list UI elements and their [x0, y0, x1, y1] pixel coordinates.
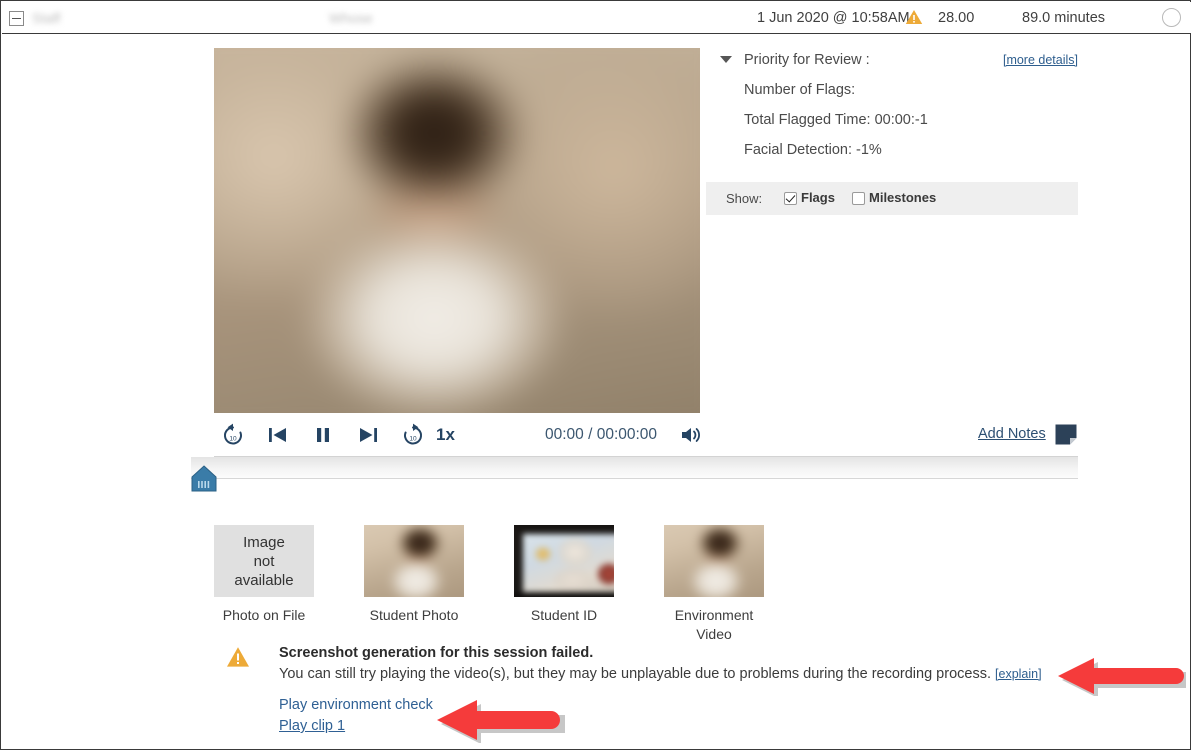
play-clip-1-link[interactable]: Play clip 1 — [279, 716, 433, 737]
explain-link[interactable]: [explain] — [995, 667, 1042, 681]
milestones-checkbox-label[interactable]: Milestones — [869, 190, 936, 205]
warning-triangle-icon — [226, 646, 250, 668]
thumbnail-label-photo-on-file: Photo on File — [222, 607, 306, 623]
flags-checkbox-label[interactable]: Flags — [801, 190, 835, 205]
thumbnail-label-environment-video: Environment Video — [674, 607, 754, 642]
volume-icon[interactable] — [680, 424, 702, 446]
thumbnail-student-photo[interactable]: Student Photo — [364, 525, 464, 625]
pause-icon[interactable] — [310, 422, 336, 448]
session-date: 1 Jun 2020 @ 10:58AM — [757, 10, 910, 26]
student-photo-blur — [364, 525, 464, 597]
previous-icon[interactable] — [265, 422, 291, 448]
status-circle-icon[interactable] — [1162, 8, 1181, 27]
flags-count-label: Number of Flags: — [744, 82, 856, 98]
warning-triangle-icon — [905, 9, 923, 25]
video-control-bar: 10 10 1x 00:00 / 00:00:00 Add Notes — [214, 413, 1078, 457]
thumbnail-strip: Image not available Photo on File Student … — [214, 525, 914, 645]
warning-headline: Screenshot generation for this session f… — [279, 645, 594, 661]
rewind-10-icon[interactable]: 10 — [220, 422, 246, 448]
environment-video-blur — [664, 525, 764, 597]
show-label: Show: — [726, 191, 763, 206]
redacted-staff-label: Staff — [32, 10, 61, 26]
student-id-image — [514, 525, 614, 597]
play-links-group: Play environment check Play clip 1 — [279, 695, 433, 737]
forward-10-icon[interactable]: 10 — [400, 422, 426, 448]
facial-detection-row: Facial Detection: -1% — [706, 135, 1078, 165]
playback-speed-button[interactable]: 1x — [436, 425, 455, 445]
flagged-time-row: Total Flagged Time: 00:00:-1 — [706, 105, 1078, 135]
red-arrow-pointing-to-explain — [1056, 656, 1188, 701]
thumbnail-environment-video[interactable]: Environment Video — [664, 525, 764, 644]
priority-row: Priority for Review : [more details] — [706, 45, 1078, 75]
video-frame-image — [214, 48, 700, 413]
more-details-link[interactable]: [more details] — [1003, 45, 1078, 75]
image-not-available-placeholder: Image not available — [214, 525, 314, 597]
red-arrow-pointing-to-play-links — [435, 698, 565, 748]
show-filter-bar: Show: Flags Milestones — [706, 182, 1078, 215]
flags-checkbox[interactable] — [784, 192, 797, 205]
thumbnail-label-student-photo: Student Photo — [369, 607, 459, 623]
student-id-blur — [523, 534, 614, 592]
warning-detail-text: You can still try playing the video(s), … — [279, 666, 991, 682]
flags-count-row: Number of Flags: — [706, 75, 1078, 105]
svg-text:10: 10 — [409, 436, 417, 443]
warning-detail: You can still try playing the video(s), … — [279, 666, 1042, 682]
student-photo-image — [364, 525, 464, 597]
chevron-down-icon[interactable] — [720, 56, 732, 63]
svg-text:10: 10 — [229, 436, 237, 443]
redacted-name-label: Whose — [329, 10, 373, 26]
priority-label: Priority for Review : — [744, 52, 870, 68]
milestones-checkbox[interactable] — [852, 192, 865, 205]
session-duration: 89.0 minutes — [1022, 10, 1106, 26]
timeline-scrubber-handle[interactable] — [189, 465, 219, 493]
collapse-minus-icon[interactable] — [9, 11, 24, 26]
add-notes-link[interactable]: Add Notes — [978, 426, 1046, 442]
flagged-time-label: Total Flagged Time: 00:00:-1 — [744, 112, 928, 128]
session-header: Staff Whose 1 Jun 2020 @ 10:58AM 28.00 8… — [2, 2, 1191, 34]
thumbnail-student-id[interactable]: Student ID — [514, 525, 614, 625]
thumbnail-label-student-id: Student ID — [530, 607, 598, 623]
session-score: 28.00 — [938, 10, 975, 26]
page-frame: Staff Whose 1 Jun 2020 @ 10:58AM 28.00 8… — [0, 0, 1191, 750]
session-timeline-track[interactable] — [191, 457, 1078, 479]
thumbnail-photo-on-file[interactable]: Image not available Photo on File — [214, 525, 314, 625]
facial-detection-label: Facial Detection: -1% — [744, 142, 882, 158]
image-not-available-text: Image not available — [234, 533, 294, 589]
time-display: 00:00 / 00:00:00 — [545, 426, 658, 443]
session-video-player[interactable] — [214, 48, 700, 413]
next-icon[interactable] — [355, 422, 381, 448]
review-info-panel: Priority for Review : [more details] Num… — [706, 45, 1078, 165]
note-icon[interactable] — [1055, 424, 1077, 445]
play-environment-check-link[interactable]: Play environment check — [279, 695, 433, 716]
environment-video-image — [664, 525, 764, 597]
